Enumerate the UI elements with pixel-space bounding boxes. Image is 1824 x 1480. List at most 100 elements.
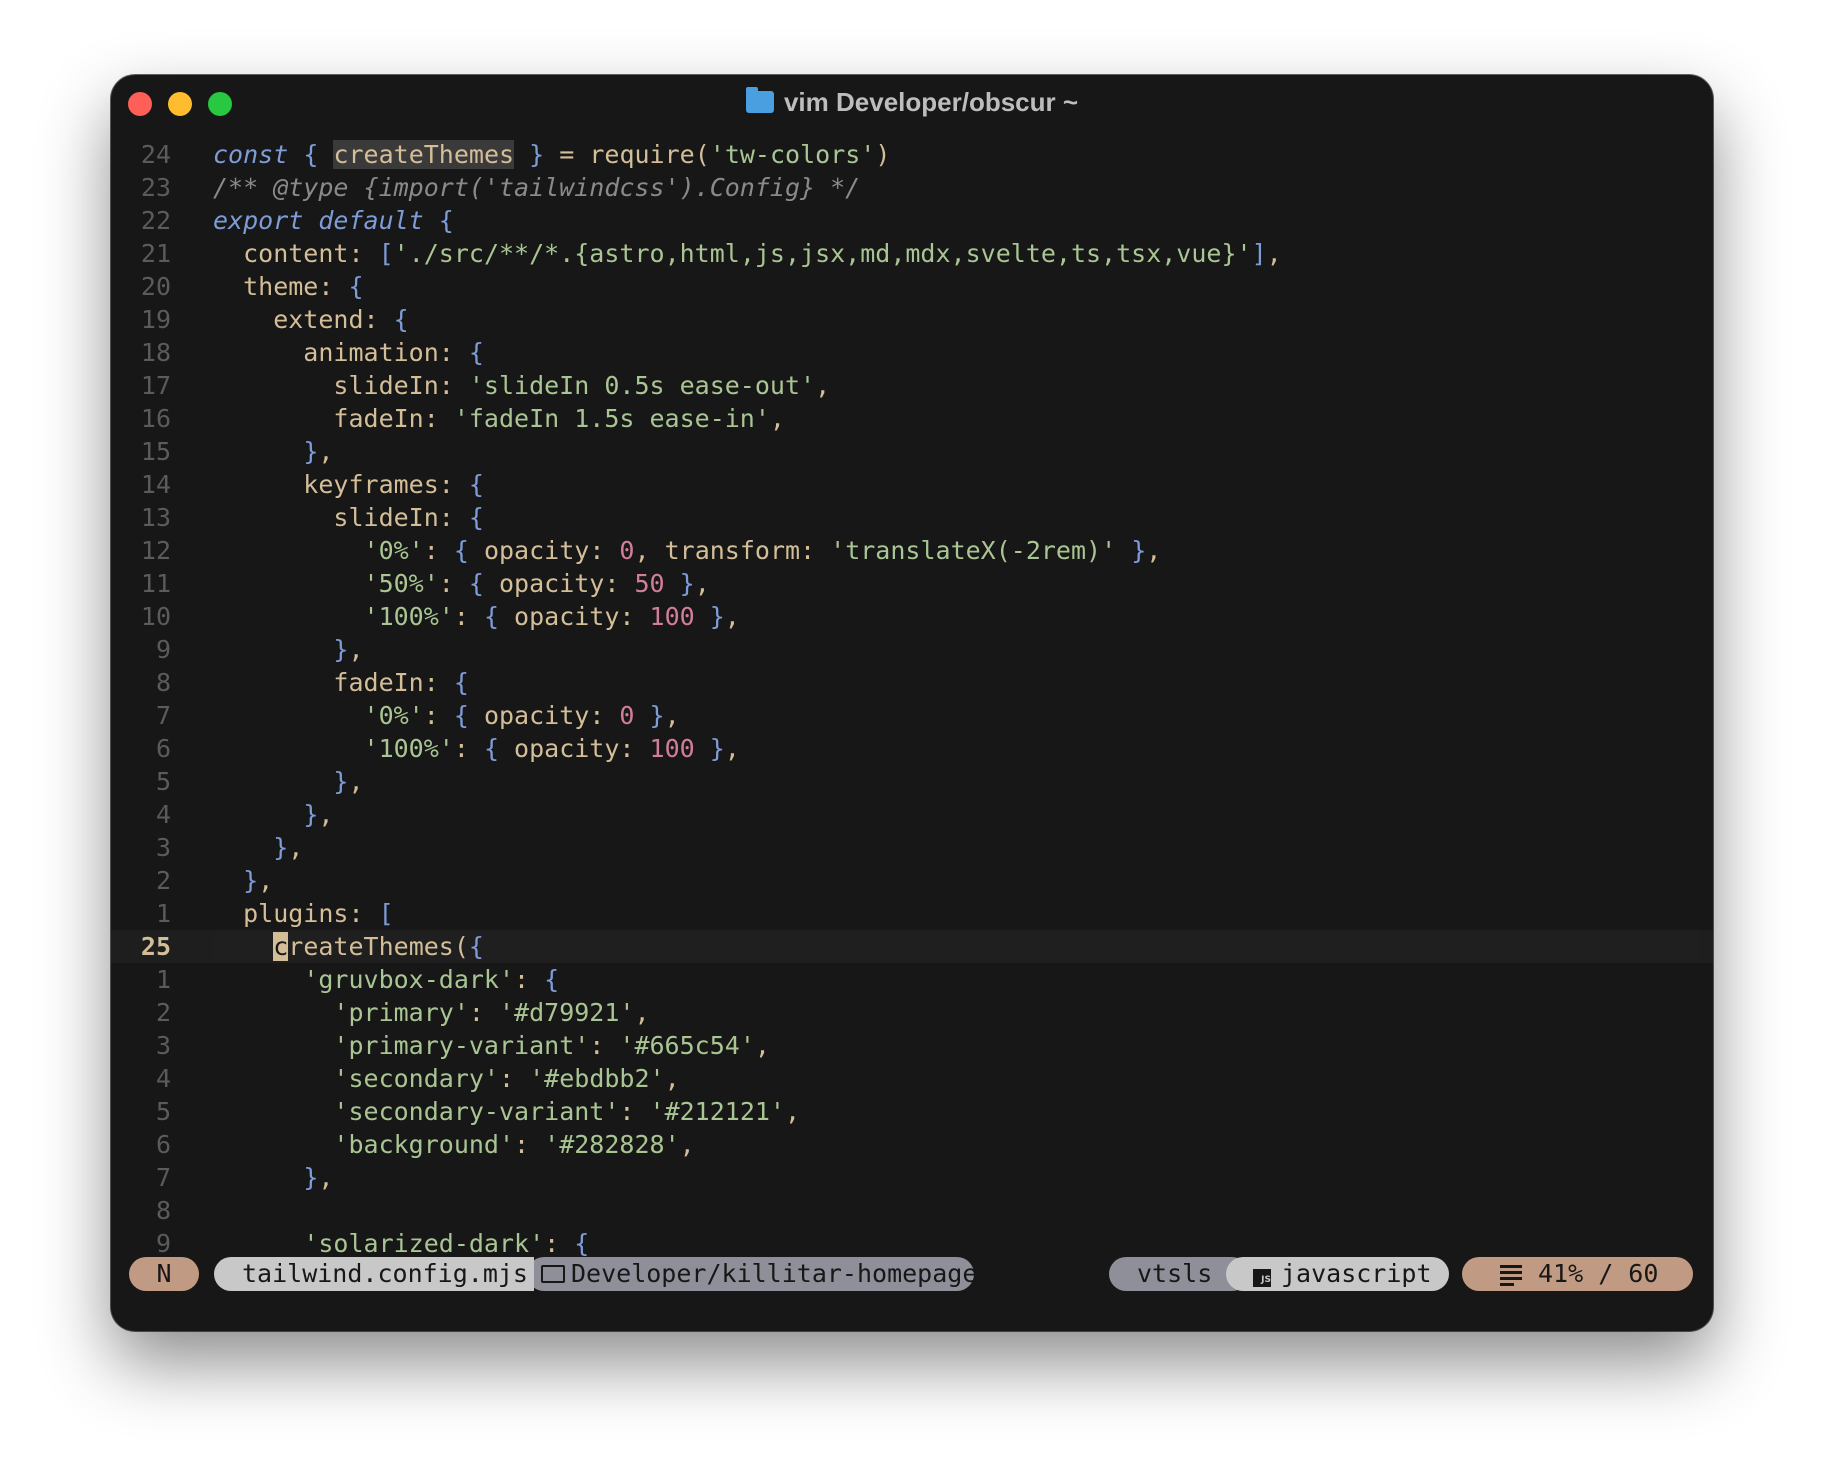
code-line[interactable]: 22 export default { bbox=[111, 204, 1713, 237]
code-token: { bbox=[453, 668, 469, 697]
directory-segment: Developer/killitar-homepage bbox=[527, 1257, 977, 1291]
code-text: plugins: [ bbox=[213, 897, 394, 930]
line-number: 3 bbox=[155, 833, 171, 862]
code-text: keyframes: { bbox=[213, 468, 484, 501]
code-text: /** @type {import('tailwindcss').Config}… bbox=[213, 171, 860, 204]
code-token: { bbox=[468, 932, 484, 961]
line-number: 20 bbox=[140, 272, 171, 301]
editor-buffer[interactable]: 24 const { createThemes } = require('tw-c… bbox=[111, 138, 1713, 1260]
code-line[interactable]: 15 }, bbox=[111, 435, 1713, 468]
line-number: 25 bbox=[140, 932, 171, 961]
code-line[interactable]: 4 }, bbox=[111, 798, 1713, 831]
code-line[interactable]: 1 'gruvbox-dark': { bbox=[111, 963, 1713, 996]
code-token: : bbox=[423, 701, 454, 730]
code-line[interactable]: 19 extend: { bbox=[111, 303, 1713, 336]
line-number: 24 bbox=[140, 140, 171, 169]
code-token: 'slideIn 0.5s ease-out' bbox=[468, 371, 816, 400]
code-text: }, bbox=[213, 765, 363, 798]
code-line[interactable]: 7 }, bbox=[111, 1161, 1713, 1194]
code-line[interactable]: 9 'solarized-dark': { bbox=[111, 1227, 1713, 1260]
code-token: } bbox=[303, 1163, 319, 1192]
code-text: content: ['./src/**/*.{astro,html,js,jsx… bbox=[213, 237, 1282, 270]
code-token: const bbox=[213, 140, 289, 169]
line-number: 7 bbox=[155, 1163, 171, 1192]
code-token: : bbox=[423, 536, 454, 565]
code-line[interactable]: 3 }, bbox=[111, 831, 1713, 864]
code-token: { bbox=[393, 305, 409, 334]
code-token: fadeIn: bbox=[213, 668, 454, 697]
code-text: fadeIn: { bbox=[213, 666, 469, 699]
code-line[interactable]: 8 fadeIn: { bbox=[111, 666, 1713, 699]
code-line[interactable]: 13 slideIn: { bbox=[111, 501, 1713, 534]
window-title-text: vim Developer/obscur ~ bbox=[783, 87, 1079, 117]
code-token: , bbox=[664, 701, 680, 730]
code-text: extend: { bbox=[213, 303, 409, 336]
code-token: , transform: bbox=[634, 536, 831, 565]
code-token: } bbox=[243, 866, 259, 895]
line-number: 12 bbox=[140, 536, 171, 565]
code-token: , bbox=[288, 833, 304, 862]
code-line[interactable]: 14 keyframes: { bbox=[111, 468, 1713, 501]
code-text: 'secondary': '#ebdbb2', bbox=[213, 1062, 679, 1095]
line-number: 17 bbox=[140, 371, 171, 400]
code-line[interactable]: 6 '100%': { opacity: 100 }, bbox=[111, 732, 1713, 765]
code-line[interactable]: 9 }, bbox=[111, 633, 1713, 666]
code-token: , bbox=[1266, 239, 1282, 268]
code-text: }, bbox=[213, 831, 303, 864]
code-line[interactable]: 17 slideIn: 'slideIn 0.5s ease-out', bbox=[111, 369, 1713, 402]
code-token: : bbox=[544, 1229, 575, 1258]
code-line[interactable]: 12 '0%': { opacity: 0, transform: 'trans… bbox=[111, 534, 1713, 567]
line-number: 4 bbox=[155, 800, 171, 829]
terminal-window: vim Developer/obscur ~ 24 const { createT… bbox=[111, 75, 1713, 1331]
code-line[interactable]: 3 'primary-variant': '#665c54', bbox=[111, 1029, 1713, 1062]
code-line-current[interactable]: 25 createThemes({ bbox=[111, 930, 1713, 963]
code-line[interactable]: 24 const { createThemes } = require('tw-c… bbox=[111, 138, 1713, 171]
code-line[interactable]: 4 'secondary': '#ebdbb2', bbox=[111, 1062, 1713, 1095]
code-line[interactable]: 5 'secondary-variant': '#212121', bbox=[111, 1095, 1713, 1128]
code-line[interactable]: 21 content: ['./src/**/*.{astro,html,js,… bbox=[111, 237, 1713, 270]
code-token: { bbox=[348, 272, 364, 301]
line-number: 7 bbox=[155, 701, 171, 730]
code-text: '100%': { opacity: 100 }, bbox=[213, 732, 740, 765]
code-line[interactable]: 10 '100%': { opacity: 100 }, bbox=[111, 600, 1713, 633]
code-text: '0%': { opacity: 0 }, bbox=[213, 699, 680, 732]
code-token: : bbox=[438, 569, 469, 598]
code-line[interactable]: 5 }, bbox=[111, 765, 1713, 798]
code-token: } bbox=[709, 734, 725, 763]
line-number: 6 bbox=[155, 1130, 171, 1159]
code-line[interactable]: 7 '0%': { opacity: 0 }, bbox=[111, 699, 1713, 732]
code-line[interactable]: 2 'primary': '#d79921', bbox=[111, 996, 1713, 1029]
code-token: [ bbox=[378, 239, 394, 268]
code-token: /** @type {import('tailwindcss').Config}… bbox=[213, 173, 861, 202]
code-token: } bbox=[679, 569, 695, 598]
code-token: } bbox=[333, 635, 349, 664]
code-line[interactable]: 2 }, bbox=[111, 864, 1713, 897]
code-token: 'translateX(-2rem)' bbox=[830, 536, 1117, 565]
code-token: '50%' bbox=[363, 569, 439, 598]
code-token: 'background' bbox=[333, 1130, 515, 1159]
code-line[interactable]: 11 '50%': { opacity: 50 }, bbox=[111, 567, 1713, 600]
code-line[interactable]: 16 fadeIn: 'fadeIn 1.5s ease-in', bbox=[111, 402, 1713, 435]
line-number: 8 bbox=[155, 668, 171, 697]
code-line[interactable]: 23 /** @type {import('tailwindcss').Confi… bbox=[111, 171, 1713, 204]
code-line[interactable]: 1 plugins: [ bbox=[111, 897, 1713, 930]
code-line[interactable]: 20 theme: { bbox=[111, 270, 1713, 303]
code-line[interactable]: 8 bbox=[111, 1194, 1713, 1227]
code-token: , bbox=[815, 371, 831, 400]
folder-outline-icon bbox=[541, 1265, 565, 1283]
code-line[interactable]: 18 animation: { bbox=[111, 336, 1713, 369]
code-token: '0%' bbox=[363, 701, 424, 730]
line-number: 2 bbox=[155, 998, 171, 1027]
code-line[interactable]: 6 'background': '#282828', bbox=[111, 1128, 1713, 1161]
